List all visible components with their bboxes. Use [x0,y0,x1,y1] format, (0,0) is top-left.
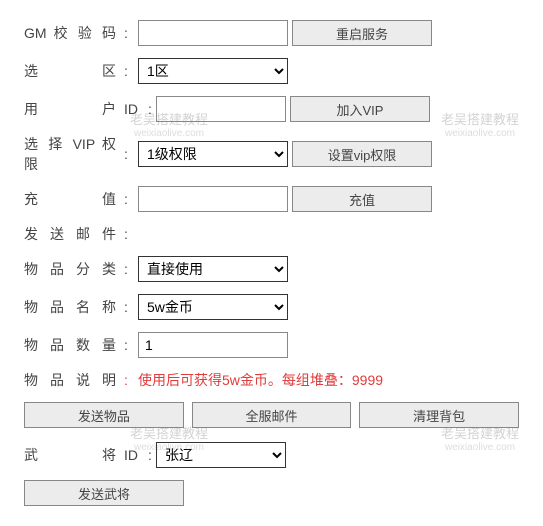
recharge-input[interactable] [138,186,288,212]
join-vip-button[interactable]: 加入VIP [290,96,430,122]
item-cat-select[interactable]: 直接使用 [138,256,288,282]
colon: : [124,299,134,315]
general-select[interactable]: 张辽 [156,442,286,468]
vip-perm-label: 选 择 VIP 权 限 [24,134,120,174]
user-label: 用 户 [24,99,120,119]
colon: : [148,447,152,463]
zone-label: 选 区 [24,61,120,81]
recharge-label: 充 值 [24,189,120,209]
colon: : [124,25,134,41]
item-qty-label: 物 品 数 量 [24,335,120,355]
general-label: 武 将 [24,445,120,465]
colon: : [124,63,134,79]
user-id-suffix: ID [124,101,144,117]
general-id-suffix: ID [124,447,144,463]
item-desc-label: 物 品 说 明 [24,370,120,390]
colon: : [124,261,134,277]
gm-code-input[interactable] [138,20,288,46]
colon: : [148,101,152,117]
zone-select[interactable]: 1区 [138,58,288,84]
colon: : [124,372,134,388]
clear-bag-button[interactable]: 清理背包 [359,402,519,428]
item-name-label: 物 品 名 称 [24,297,120,317]
item-qty-input[interactable] [138,332,288,358]
colon: : [124,337,134,353]
send-mail-label: 发 送 邮 件 [24,224,120,244]
server-mail-button[interactable]: 全服邮件 [192,402,352,428]
user-id-input[interactable] [156,96,286,122]
set-vip-button[interactable]: 设置vip权限 [292,141,432,167]
item-name-select[interactable]: 5w金币 [138,294,288,320]
send-item-button[interactable]: 发送物品 [24,402,184,428]
item-cat-label: 物 品 分 类 [24,259,120,279]
gm-code-label: GM 校 验 码 [24,23,120,43]
restart-service-button[interactable]: 重启服务 [292,20,432,46]
item-desc-text: 使用后可获得5w金币。每组堆叠：9999 [138,370,383,390]
send-general-button[interactable]: 发送武将 [24,480,184,506]
colon: : [124,226,134,242]
vip-perm-select[interactable]: 1级权限 [138,141,288,167]
colon: : [124,146,134,162]
colon: : [124,191,134,207]
recharge-button[interactable]: 充值 [292,186,432,212]
